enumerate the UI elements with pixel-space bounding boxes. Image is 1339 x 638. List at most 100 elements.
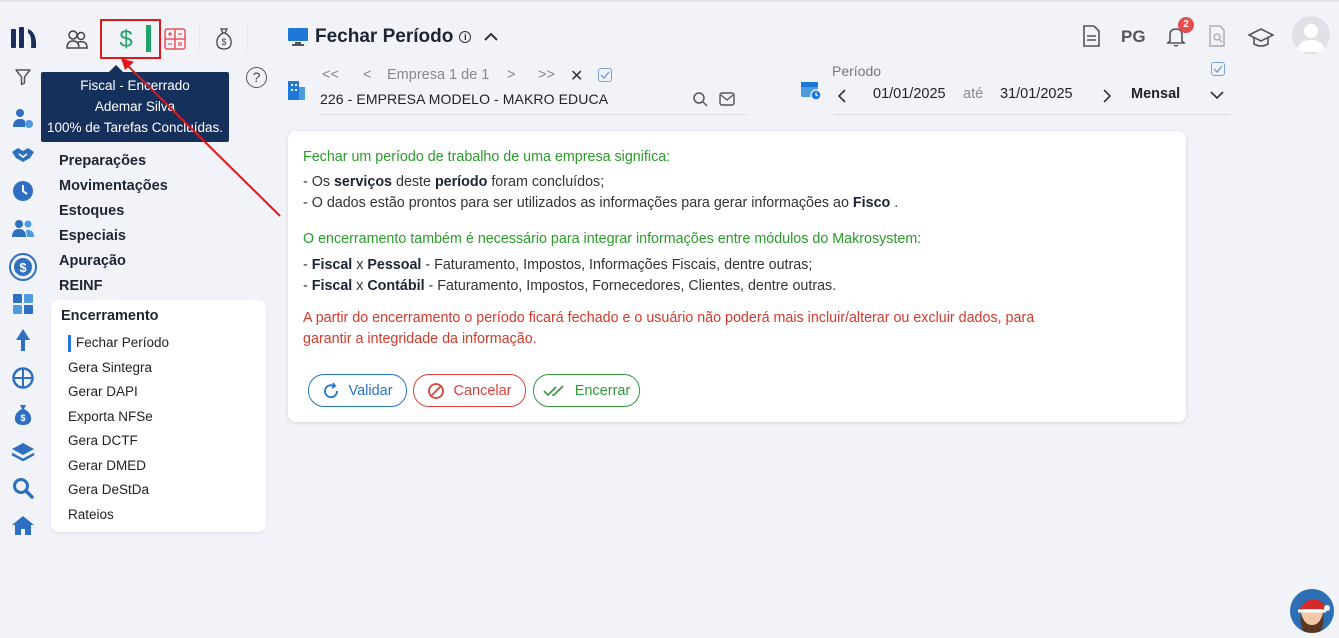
document-search-icon[interactable] — [1207, 24, 1227, 48]
chevron-up-icon[interactable] — [483, 32, 499, 42]
encerrar-button[interactable]: Encerrar — [533, 374, 640, 407]
tooltip-user: Ademar Silva — [94, 99, 176, 114]
users-gear-icon[interactable] — [11, 106, 35, 130]
submenu-item-gerar-dmed[interactable]: Gerar DMED — [68, 458, 146, 473]
globe-icon[interactable] — [11, 366, 35, 390]
module-highlight-box — [100, 19, 161, 59]
close-icon[interactable]: ✕ — [570, 66, 583, 86]
cancelar-button[interactable]: Cancelar — [413, 374, 526, 407]
line-servicos: - Os serviços deste período foram conclu… — [303, 174, 605, 190]
divider — [199, 24, 200, 52]
fiscal-menu: Preparações Movimentações Estoques Espec… — [59, 152, 168, 302]
empresa-checkbox[interactable] — [598, 68, 612, 82]
tree-icon[interactable] — [11, 328, 35, 352]
next-page-icon[interactable]: > — [507, 67, 515, 83]
line-fiscal-pessoal: - Fiscal x Pessoal - Faturamento, Impost… — [303, 257, 813, 273]
empresa-counter: Empresa 1 de 1 — [387, 67, 490, 83]
prev-page-icon[interactable]: < — [363, 67, 371, 83]
menu-item-especiais[interactable]: Especiais — [59, 227, 168, 252]
content-card: Fechar um período de trabalho de uma emp… — [288, 131, 1186, 422]
user-avatar[interactable] — [1292, 16, 1330, 54]
menu-item-estoques[interactable]: Estoques — [59, 202, 168, 227]
left-rail: $ $ — [0, 0, 46, 638]
layers-icon[interactable] — [11, 440, 35, 464]
line-fiscal-contabil: - Fiscal x Contábil - Faturamento, Impos… — [303, 278, 837, 294]
warning-line-1: A partir do encerramento o período ficar… — [303, 310, 1035, 326]
divider — [247, 24, 248, 52]
periodo-underline — [834, 114, 1230, 115]
calculator-icon[interactable] — [11, 292, 35, 316]
building-icon — [288, 81, 305, 100]
heading-definition: Fechar um período de trabalho de uma emp… — [303, 149, 671, 165]
submenu-title[interactable]: Encerramento — [61, 308, 159, 324]
submenu-item-exporta-nfse[interactable]: Exporta NFSe — [68, 409, 153, 424]
graduation-cap-icon[interactable] — [1248, 27, 1274, 49]
search-icon[interactable] — [692, 91, 708, 107]
menu-item-preparacoes[interactable]: Preparações — [59, 152, 168, 177]
money-bag-icon[interactable]: $ — [11, 403, 35, 427]
heading-integracao: O encerramento também é necessário para … — [303, 231, 922, 247]
dollar-circle-icon[interactable]: $ — [9, 253, 37, 281]
cancelar-label: Cancelar — [453, 382, 512, 399]
module-tooltip: Fiscal - Encerrado Ademar Silva 100% de … — [41, 65, 229, 142]
help-icon[interactable]: ? — [246, 67, 267, 88]
submenu-item-gera-destda[interactable]: Gera DeStDa — [68, 482, 149, 497]
menu-item-reinf[interactable]: REINF — [59, 277, 168, 302]
submenu-item-fechar-periodo[interactable]: Fechar Período — [76, 335, 169, 350]
end-date-field[interactable]: 31/01/2025 — [1000, 86, 1073, 102]
validar-button[interactable]: Validar — [308, 374, 407, 407]
svg-text:$: $ — [20, 413, 25, 423]
people-icon[interactable] — [11, 216, 35, 240]
pg-button[interactable]: PG — [1121, 27, 1146, 47]
calendar-icon — [801, 82, 822, 101]
handshake-icon[interactable] — [11, 143, 35, 167]
active-indicator — [68, 335, 71, 352]
period-mode-select[interactable]: Mensal — [1131, 86, 1180, 102]
calculator-module-icon[interactable] — [161, 25, 189, 53]
start-date-field[interactable]: 01/01/2025 — [873, 86, 946, 102]
home-icon[interactable] — [11, 513, 35, 537]
chevron-down-icon[interactable] — [1210, 90, 1224, 100]
monitor-icon — [288, 28, 308, 46]
periodo-label: Período — [832, 63, 882, 79]
users-module-icon[interactable] — [63, 25, 91, 53]
info-icon[interactable]: i — [459, 31, 472, 43]
date-separator: até — [963, 86, 984, 102]
page-header: Fechar Período i — [287, 26, 499, 48]
assistant-avatar[interactable] — [1290, 589, 1334, 633]
warning-line-2: garantir a integridade da informação. — [303, 331, 537, 347]
document-icon[interactable] — [1081, 24, 1101, 48]
empresa-underline — [320, 114, 746, 115]
tooltip-status: Fiscal - Encerrado — [80, 78, 190, 93]
submenu-item-gera-dctf[interactable]: Gera DCTF — [68, 433, 138, 448]
submenu-item-rateios[interactable]: Rateios — [68, 507, 114, 522]
validar-label: Validar — [348, 382, 393, 399]
cancel-icon — [428, 382, 445, 399]
page-title: Fechar Período — [315, 26, 454, 47]
clock-icon[interactable] — [11, 179, 35, 203]
refresh-icon — [324, 382, 339, 398]
menu-item-apuracao[interactable]: Apuração — [59, 252, 168, 277]
tooltip-progress: 100% de Tarefas Concluídas. — [46, 120, 224, 135]
periodo-checkbox[interactable] — [1211, 62, 1225, 76]
last-page-icon[interactable]: >> — [538, 67, 555, 83]
search-icon[interactable] — [11, 476, 35, 500]
svg-text:$: $ — [221, 37, 226, 47]
line-dados: - O dados estão prontos para ser utiliza… — [303, 195, 899, 211]
filter-icon[interactable] — [13, 67, 33, 87]
submenu-item-gerar-dapi[interactable]: Gerar DAPI — [68, 384, 138, 399]
chevron-left-icon[interactable] — [836, 88, 848, 104]
empresa-field[interactable]: 226 - EMPRESA MODELO - MAKRO EDUCA — [320, 91, 608, 107]
top-border — [0, 0, 1339, 2]
first-page-icon[interactable]: << — [322, 67, 339, 83]
encerrar-label: Encerrar — [574, 382, 631, 399]
app-logo[interactable] — [10, 26, 38, 50]
money-bag-module-icon[interactable]: $ — [210, 25, 238, 53]
encerramento-submenu: Encerramento Fechar Período Gera Sintegr… — [51, 300, 266, 532]
menu-item-movimentacoes[interactable]: Movimentações — [59, 177, 168, 202]
chevron-right-icon[interactable] — [1101, 88, 1113, 104]
mail-icon[interactable] — [719, 92, 735, 106]
notification-badge: 2 — [1178, 17, 1194, 33]
submenu-item-gera-sintegra[interactable]: Gera Sintegra — [68, 360, 152, 375]
double-check-icon — [543, 384, 564, 396]
